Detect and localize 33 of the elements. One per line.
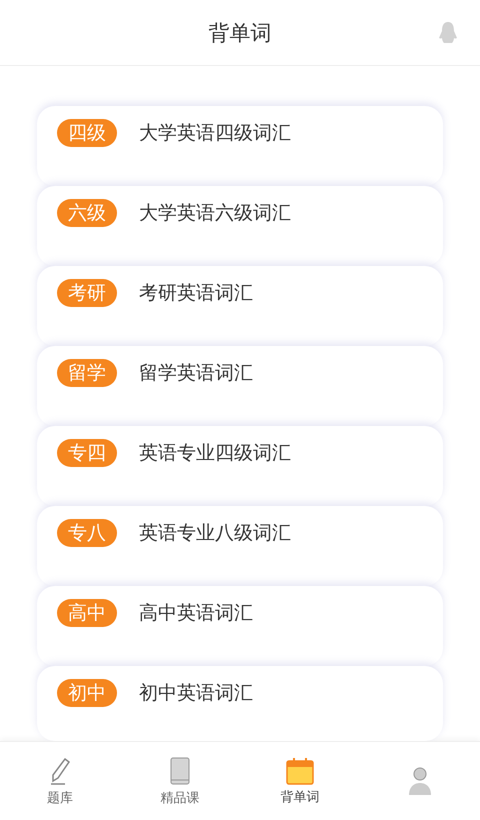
pencil-icon bbox=[48, 756, 72, 786]
level-badge: 高中 bbox=[57, 599, 117, 627]
level-badge: 考研 bbox=[57, 279, 117, 307]
vocabulary-card[interactable]: 高中 高中英语词汇 bbox=[37, 586, 443, 666]
nav-tab[interactable]: 题库 bbox=[0, 742, 120, 820]
page-title: 背单词 bbox=[208, 20, 272, 46]
card-title: 英语专业四级词汇 bbox=[139, 441, 291, 466]
level-badge: 六级 bbox=[57, 199, 117, 227]
card-title: 英语专业八级词汇 bbox=[139, 521, 291, 546]
penguin-icon[interactable] bbox=[438, 21, 458, 45]
vocabulary-card[interactable]: 留学 留学英语词汇 bbox=[37, 346, 443, 426]
level-badge: 留学 bbox=[57, 359, 117, 387]
vocabulary-card[interactable]: 初中 初中英语词汇 bbox=[37, 666, 443, 741]
person-icon bbox=[406, 766, 434, 796]
card-title: 高中英语词汇 bbox=[139, 601, 253, 626]
vocabulary-card[interactable]: 考研 考研英语词汇 bbox=[37, 266, 443, 346]
nav-tab[interactable]: 背单词 bbox=[240, 742, 360, 820]
book-icon bbox=[169, 756, 191, 786]
vocabulary-card[interactable]: 四级 大学英语四级词汇 bbox=[37, 106, 443, 186]
calendar-icon bbox=[286, 756, 314, 784]
nav-tab[interactable]: 精品课 bbox=[120, 742, 240, 820]
vocabulary-card[interactable]: 六级 大学英语六级词汇 bbox=[37, 186, 443, 266]
vocabulary-card[interactable]: 专四 英语专业四级词汇 bbox=[37, 426, 443, 506]
level-badge: 专八 bbox=[57, 519, 117, 547]
card-title: 大学英语四级词汇 bbox=[139, 121, 291, 146]
card-title: 考研英语词汇 bbox=[139, 281, 253, 306]
vocabulary-card[interactable]: 专八 英语专业八级词汇 bbox=[37, 506, 443, 586]
card-title: 初中英语词汇 bbox=[139, 681, 253, 706]
level-badge: 初中 bbox=[57, 679, 117, 707]
card-title: 留学英语词汇 bbox=[139, 361, 253, 386]
level-badge: 四级 bbox=[57, 119, 117, 147]
card-title: 大学英语六级词汇 bbox=[139, 201, 291, 226]
level-badge: 专四 bbox=[57, 439, 117, 467]
